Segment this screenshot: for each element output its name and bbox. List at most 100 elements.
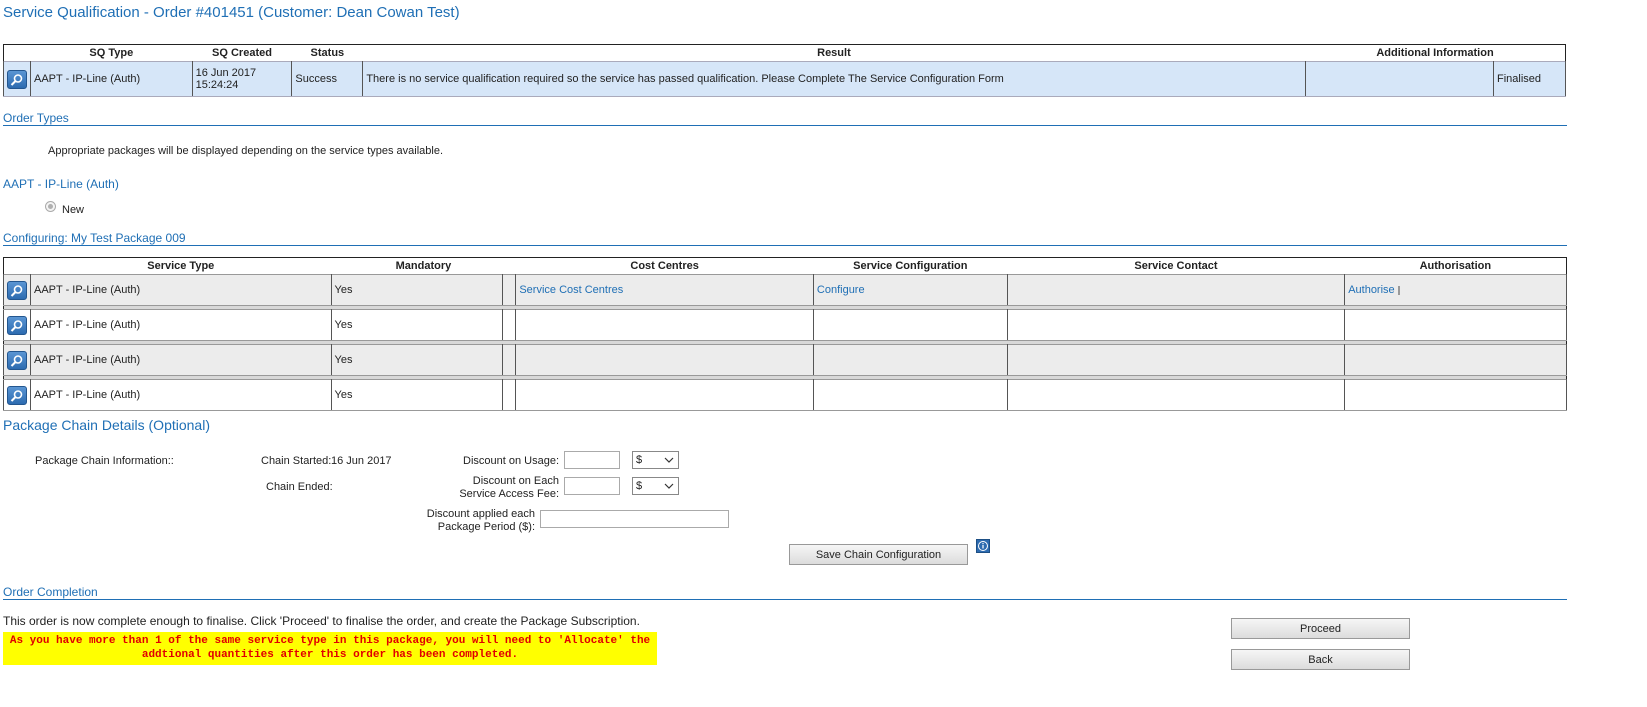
table-row: AAPT - IP-Line (Auth) 16 Jun 2017 15:24:… xyxy=(3,61,1566,97)
sq-header-created: SQ Created xyxy=(192,44,292,62)
order-types-title: Order Types xyxy=(3,111,69,125)
discount-usage-unit-value: $ xyxy=(636,454,643,466)
sq-additional-info xyxy=(1304,61,1495,97)
pkg-service-type: AAPT - IP-Line (Auth) xyxy=(29,274,332,306)
warning-line-2: addtional quantities after this order ha… xyxy=(141,649,519,661)
sq-type: AAPT - IP-Line (Auth) xyxy=(29,61,193,97)
pkg-mandatory: Yes xyxy=(330,309,504,341)
discount-period-label-line2: Package Period ($): xyxy=(437,521,535,533)
discount-period-input[interactable] xyxy=(540,510,729,528)
magnifier-icon[interactable] xyxy=(6,315,27,335)
discount-period-label-line1: Discount applied each xyxy=(426,508,535,520)
discount-usage-unit-select[interactable]: $ xyxy=(632,451,679,469)
pkg-mandatory: Yes xyxy=(330,379,504,411)
table-row: AAPT - IP-Line (Auth) Yes xyxy=(3,379,1567,411)
pkg-mandatory: Yes xyxy=(330,274,504,306)
order-type-option-new[interactable]: New xyxy=(45,196,84,216)
sq-created-date: 16 Jun 2017 xyxy=(195,67,257,79)
package-chain-title: Package Chain Details (Optional) xyxy=(3,417,210,433)
pkg-authorisation: Authorise xyxy=(1344,274,1567,306)
sq-created: 16 Jun 2017 15:24:24 xyxy=(191,61,293,97)
order-types-divider xyxy=(3,125,1567,126)
info-icon[interactable] xyxy=(976,539,990,553)
magnifier-icon[interactable] xyxy=(6,69,27,89)
pkg-authorisation xyxy=(1344,379,1567,411)
package-table-header: Service Type Mandatory Cost Centres Serv… xyxy=(3,257,1567,275)
pkg-header-cost-centres: Cost Centres xyxy=(515,257,814,275)
sq-created-time: 15:24:24 xyxy=(195,79,239,91)
back-button[interactable]: Back xyxy=(1231,649,1410,670)
proceed-button[interactable]: Proceed xyxy=(1231,618,1410,639)
pkg-service-type: AAPT - IP-Line (Auth) xyxy=(29,379,332,411)
sq-table: SQ Type SQ Created Status Result Additio… xyxy=(3,44,1566,97)
pkg-header-icon xyxy=(3,257,31,275)
pkg-header-service-contact: Service Contact xyxy=(1007,257,1345,275)
sq-finalised: Finalised xyxy=(1493,61,1566,97)
magnifier-icon[interactable] xyxy=(6,385,27,405)
discount-usage-input[interactable] xyxy=(564,451,620,469)
pkg-service-config: Configure xyxy=(812,274,1008,306)
order-completion-title: Order Completion xyxy=(3,585,98,599)
discount-access-input[interactable] xyxy=(564,477,620,495)
magnifier-icon[interactable] xyxy=(6,350,27,370)
chain-info-label: Package Chain Information:: xyxy=(35,455,174,467)
pkg-service-config xyxy=(812,344,1008,376)
order-completion-divider xyxy=(3,599,1567,600)
radio-button[interactable] xyxy=(45,200,56,212)
discount-access-label: Discount on Each Service Access Fee: xyxy=(430,475,559,501)
sq-table-header: SQ Type SQ Created Status Result Additio… xyxy=(3,44,1566,62)
pkg-view-cell xyxy=(3,344,31,376)
package-table: Service Type Mandatory Cost Centres Serv… xyxy=(3,257,1567,411)
info-circle-icon xyxy=(978,541,988,551)
pkg-service-contact xyxy=(1006,309,1346,341)
page-title: Service Qualification - Order #401451 (C… xyxy=(3,4,460,21)
sq-status: Success xyxy=(291,61,364,97)
radio-label: New xyxy=(62,204,85,216)
discount-period-label: Discount applied each Package Period ($)… xyxy=(405,508,535,534)
save-chain-configuration-button[interactable]: Save Chain Configuration xyxy=(789,544,968,565)
service-cost-centres-link[interactable]: Service Cost Centres xyxy=(519,284,623,296)
pkg-view-cell xyxy=(3,309,31,341)
pkg-blank-cell xyxy=(502,379,517,411)
pkg-cost-centres xyxy=(515,309,814,341)
allocate-warning: As you have more than 1 of the same serv… xyxy=(3,632,657,665)
pkg-blank-cell xyxy=(502,274,517,306)
pkg-view-cell xyxy=(3,379,31,411)
magnifier-icon[interactable] xyxy=(6,280,27,300)
pkg-service-config xyxy=(812,379,1008,411)
chain-ended-label: Chain Ended: xyxy=(266,481,333,493)
cursor-bar-icon xyxy=(1397,285,1400,295)
discount-usage-label: Discount on Usage: xyxy=(463,455,559,467)
warning-line-1: As you have more than 1 of the same serv… xyxy=(9,635,651,647)
discount-access-label-line1: Discount on Each xyxy=(472,475,559,487)
authorise-link[interactable]: Authorise xyxy=(1348,284,1394,296)
chevron-down-icon xyxy=(664,457,674,463)
pkg-service-type: AAPT - IP-Line (Auth) xyxy=(29,344,332,376)
chain-started-label: Chain Started: xyxy=(261,455,332,467)
discount-access-unit-value: $ xyxy=(636,480,643,492)
discount-access-label-line2: Service Access Fee: xyxy=(459,488,559,500)
pkg-blank-cell xyxy=(502,309,517,341)
table-row: AAPT - IP-Line (Auth) Yes Service Cost C… xyxy=(3,274,1567,306)
pkg-service-contact xyxy=(1006,274,1346,306)
sq-header-type: SQ Type xyxy=(30,44,193,62)
pkg-header-mandatory: Mandatory xyxy=(331,257,516,275)
sq-header-icon xyxy=(3,44,31,62)
sq-view-cell xyxy=(3,61,31,97)
pkg-authorisation xyxy=(1344,344,1567,376)
configure-link[interactable]: Configure xyxy=(817,284,865,296)
pkg-service-contact xyxy=(1006,379,1346,411)
order-types-info: Appropriate packages will be displayed d… xyxy=(48,145,444,157)
pkg-mandatory: Yes xyxy=(330,344,504,376)
sq-result: There is no service qualification requir… xyxy=(362,61,1306,97)
pkg-cost-centres: Service Cost Centres xyxy=(515,274,814,306)
discount-access-unit-select[interactable]: $ xyxy=(632,477,679,495)
order-type-service-heading: AAPT - IP-Line (Auth) xyxy=(3,177,119,191)
completion-message: This order is now complete enough to fin… xyxy=(3,614,640,628)
sq-header-result: Result xyxy=(362,44,1306,62)
chevron-down-icon xyxy=(664,483,674,489)
pkg-view-cell xyxy=(3,274,31,306)
sq-header-status: Status xyxy=(291,44,363,62)
pkg-header-authorisation: Authorisation xyxy=(1344,257,1567,275)
table-row: AAPT - IP-Line (Auth) Yes xyxy=(3,309,1567,341)
